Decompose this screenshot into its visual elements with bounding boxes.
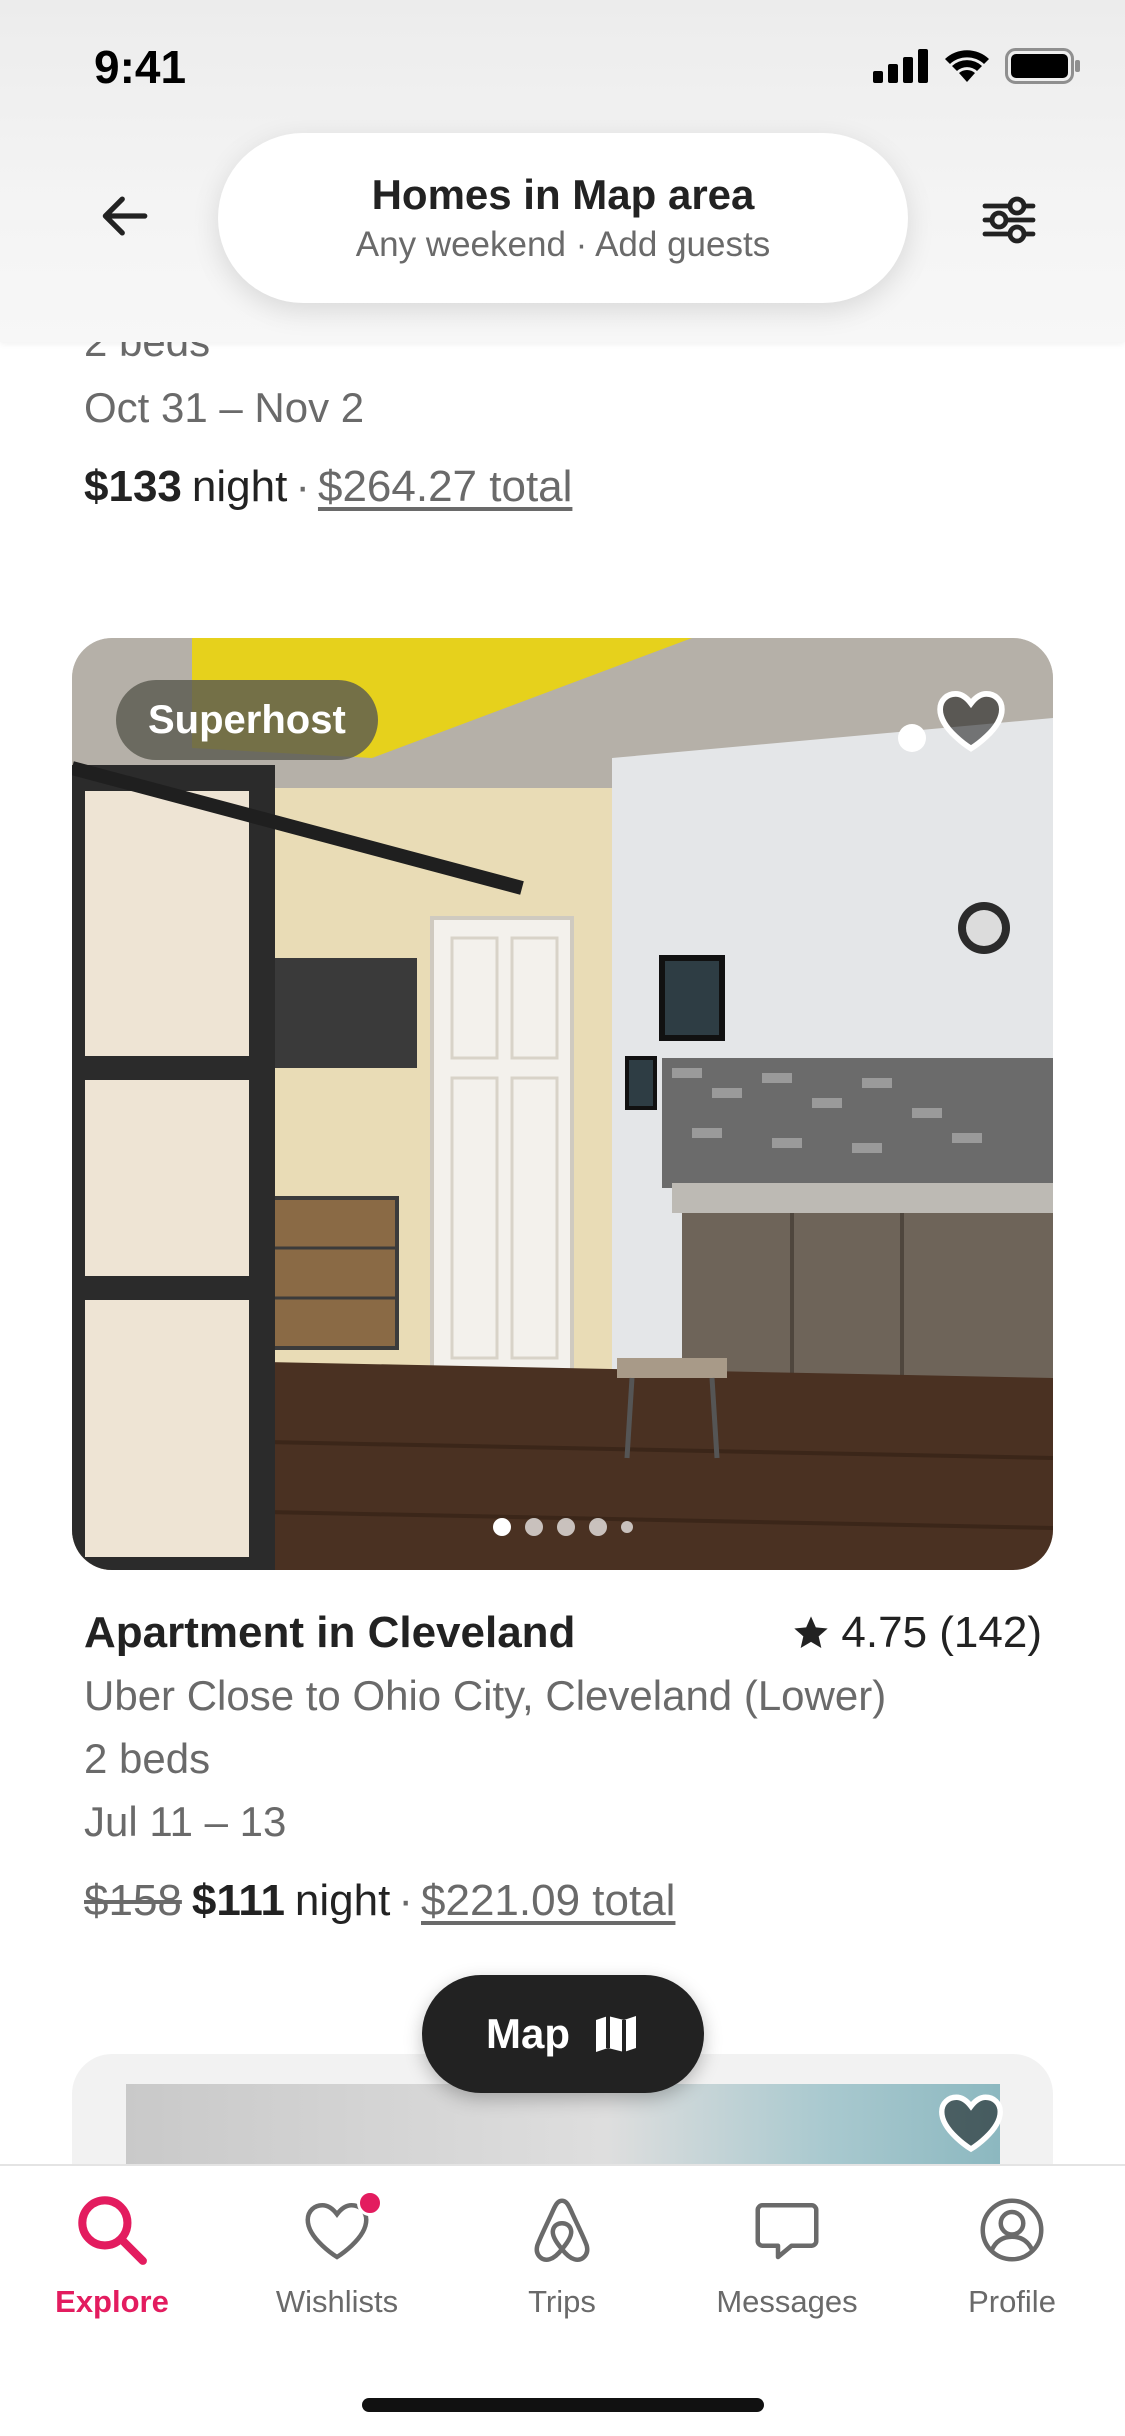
map-button-label: Map [486,2010,570,2057]
price-separator: · [295,462,310,511]
price-amount: $133 [84,462,182,511]
arrow-left-icon [102,196,148,236]
search-summary-pill[interactable]: Homes in Map area Any weekend · Add gues… [218,133,908,303]
price-unit: night [191,462,288,511]
results-scroll-area[interactable]: 2 beds Oct 31 – Nov 2 $133night·$264.27 … [0,0,1125,2436]
back-button[interactable] [96,186,156,246]
tab-explore[interactable]: Explore [12,2190,212,2320]
listing-subtitle: Uber Close to Ohio City, Cleveland (Lowe… [84,1672,887,1719]
star-icon [794,1616,829,1648]
tab-trips[interactable]: Trips [462,2190,662,2320]
listing-title: Apartment in Cleveland [84,1608,576,1657]
price-amount: $111 [191,1876,285,1925]
tab-icon-wrapper [297,2190,383,2270]
status-icons [873,48,1081,84]
map-icon [596,2016,636,2052]
search-header: 9:41 Homes in Map area Any weekend · Add… [0,0,1125,342]
tab-label: Profile [968,2284,1056,2319]
status-time: 9:41 [94,41,187,93]
previous-listing-price: $133 night · $264.27 total [84,462,572,512]
profile-icon [980,2198,1044,2262]
price-separator: · [398,1876,413,1925]
notification-dot [357,2190,383,2216]
tab-icon-wrapper [522,2190,602,2270]
tab-label: Trips [528,2284,596,2319]
airbnb-logo-icon [534,2198,590,2262]
wifi-icon [945,50,989,82]
heart-icon [937,691,1005,752]
pagination-dot [492,1518,511,1536]
pagination-dot [588,1518,607,1536]
listing-photo[interactable]: Superhost [72,638,1053,1570]
heart-icon [939,2094,1003,2153]
pagination-dot [556,1518,575,1536]
tab-icon-wrapper [72,2190,152,2270]
tab-wishlists[interactable]: Wishlists [237,2190,437,2320]
cellular-signal-icon [873,49,928,83]
tab-icon-wrapper [972,2190,1052,2270]
pagination-dot [524,1518,543,1536]
listing-title-row: Apartment in Cleveland 4.75 (142) [84,1608,1042,1658]
listing-price: $158 $111 night · $221.09 total [84,1876,675,1926]
listing-beds: 2 beds [84,1735,211,1782]
tab-label: Messages [716,2284,858,2319]
rating-value: 4.75 (142) [841,1608,1042,1657]
bottom-tab-bar: Explore Wishlists Trips Messages Profile [0,2164,1125,2436]
tab-profile[interactable]: Profile [912,2190,1112,2320]
search-icon [78,2196,147,2265]
tab-label: Wishlists [275,2284,399,2319]
pagination-dot [620,1521,633,1533]
map-toggle-button[interactable]: Map [422,1975,704,2093]
message-icon [755,2203,819,2260]
search-title: Homes in Map area [371,171,755,218]
tab-messages[interactable]: Messages [687,2190,887,2320]
home-indicator [362,2398,764,2412]
search-subtitle: Any weekend · Add guests [355,225,771,264]
price-unit: night [294,1876,391,1925]
listing-dates: Jul 11 – 13 [84,1798,287,1845]
price-total-link[interactable]: $221.09 total [421,1876,675,1925]
photo-pagination [72,1518,1053,1536]
filters-button[interactable] [977,188,1041,252]
tab-icon-wrapper [747,2190,827,2270]
save-to-wishlist-button[interactable] [933,682,1009,758]
original-price: $158 [84,1876,182,1925]
listing-rating: 4.75 (142) [791,1608,1042,1658]
superhost-badge: Superhost [116,680,378,760]
price-total-link[interactable]: $264.27 total [318,462,572,511]
battery-icon [1005,48,1080,84]
filter-sliders-icon [982,196,1036,244]
tab-label: Explore [55,2284,169,2319]
previous-listing-dates: Oct 31 – Nov 2 [84,384,365,431]
apartment-photo-illustration [72,638,1053,1570]
save-to-wishlist-button[interactable] [933,2084,1009,2160]
